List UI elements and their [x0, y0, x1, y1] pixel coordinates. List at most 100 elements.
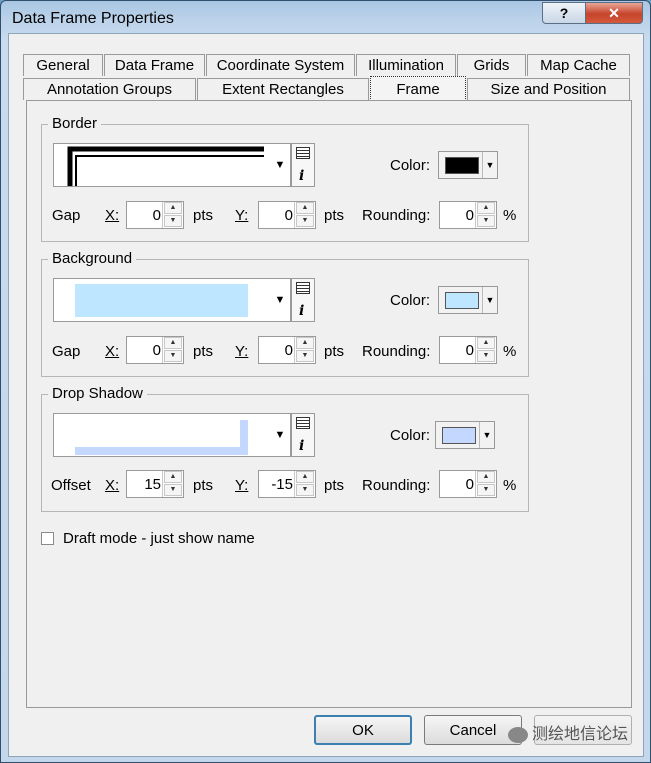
close-icon: ✕: [608, 4, 620, 21]
stepper-down-icon[interactable]: ▼: [164, 215, 182, 227]
drop-shadow-style-dropdown[interactable]: ▼: [53, 413, 291, 457]
stepper-down-icon[interactable]: ▼: [477, 350, 495, 362]
window-title: Data Frame Properties: [12, 10, 174, 27]
border-rounding-units: %: [503, 207, 517, 224]
drop-shadow-offset-x-stepper[interactable]: 15 ▲ ▼: [126, 470, 184, 498]
border-x-units: pts: [193, 207, 214, 224]
properties-icon: i: [299, 303, 305, 319]
background-rounding-stepper[interactable]: 0 ▲ ▼: [439, 336, 497, 364]
stepper-up-icon[interactable]: ▲: [477, 202, 495, 214]
stepper-up-icon[interactable]: ▲: [296, 337, 314, 349]
stepper-down-icon[interactable]: ▼: [477, 484, 495, 496]
drop-shadow-rounding-stepper[interactable]: 0 ▲ ▼: [439, 470, 497, 498]
border-y-label: Y:: [235, 207, 249, 224]
drop-shadow-color-swatch: [442, 427, 476, 444]
border-style-dropdown[interactable]: ▼: [53, 143, 291, 187]
border-color-picker[interactable]: ▼: [438, 151, 498, 179]
background-style-dropdown[interactable]: ▼: [53, 278, 291, 322]
drop-shadow-preview-bottom: [75, 447, 248, 455]
background-color-picker[interactable]: ▼: [438, 286, 498, 314]
drop-shadow-rounding-value: 0: [465, 476, 474, 493]
border-gap-y-stepper[interactable]: 0 ▲ ▼: [258, 201, 316, 229]
stepper-up-icon[interactable]: ▲: [296, 471, 314, 483]
drop-shadow-color-picker[interactable]: ▼: [435, 421, 495, 449]
drop-shadow-offset-label: Offset: [51, 477, 91, 494]
drop-shadow-y-label: Y:: [235, 477, 249, 494]
help-button[interactable]: ?: [542, 2, 586, 24]
drop-shadow-properties-button[interactable]: i: [291, 413, 315, 457]
background-rounding-value: 0: [465, 342, 474, 359]
watermark: 测绘地信论坛: [508, 720, 628, 744]
draft-mode-label: Draft mode - just show name: [63, 530, 255, 547]
background-color-label: Color:: [390, 292, 431, 309]
stepper-down-icon[interactable]: ▼: [164, 350, 182, 362]
stepper-up-icon[interactable]: ▲: [164, 337, 182, 349]
drop-shadow-color-label: Color:: [390, 427, 431, 444]
drop-shadow-x-units: pts: [193, 477, 214, 494]
background-gap-x-value: 0: [152, 342, 161, 359]
background-color-swatch: [445, 292, 479, 309]
background-gap-label: Gap: [52, 343, 81, 360]
border-gap-y-value: 0: [284, 207, 293, 224]
stepper-up-icon[interactable]: ▲: [164, 202, 182, 214]
chevron-down-icon: ▼: [274, 159, 286, 171]
stepper-down-icon[interactable]: ▼: [296, 215, 314, 227]
border-gap-label: Gap: [52, 207, 81, 224]
close-button[interactable]: ✕: [585, 2, 643, 24]
drop-shadow-rounding-label: Rounding:: [362, 477, 431, 494]
border-rounding-stepper[interactable]: 0 ▲ ▼: [439, 201, 497, 229]
chevron-down-icon: ▼: [274, 429, 286, 441]
stepper-up-icon[interactable]: ▲: [296, 202, 314, 214]
chevron-down-icon: ▼: [482, 152, 497, 178]
background-gap-x-stepper[interactable]: 0 ▲ ▼: [126, 336, 184, 364]
border-y-units: pts: [324, 207, 345, 224]
border-rounding-label: Rounding:: [362, 207, 431, 224]
drop-shadow-offset-y-value: -15: [271, 476, 293, 493]
tab-grids[interactable]: Grids: [457, 54, 526, 76]
stepper-down-icon[interactable]: ▼: [477, 215, 495, 227]
stepper-up-icon[interactable]: ▲: [477, 471, 495, 483]
border-group-label: Border: [48, 115, 102, 132]
tab-frame[interactable]: Frame: [370, 76, 466, 101]
tab-coordinate-system[interactable]: Coordinate System: [206, 54, 355, 76]
tab-map-cache[interactable]: Map Cache: [527, 54, 630, 76]
draft-mode-checkbox[interactable]: [41, 532, 54, 545]
tab-extent-rectangles[interactable]: Extent Rectangles: [197, 78, 369, 100]
border-color-label: Color:: [390, 157, 431, 174]
chevron-down-icon: ▼: [482, 287, 497, 313]
properties-icon: i: [299, 168, 305, 184]
border-style-preview: [67, 146, 264, 186]
drop-shadow-offset-y-stepper[interactable]: -15 ▲ ▼: [258, 470, 316, 498]
ok-button[interactable]: OK: [314, 715, 412, 745]
background-properties-button[interactable]: i: [291, 278, 315, 322]
properties-icon: i: [299, 438, 305, 454]
background-gap-y-stepper[interactable]: 0 ▲ ▼: [258, 336, 316, 364]
background-y-units: pts: [324, 343, 345, 360]
background-group-label: Background: [48, 250, 137, 267]
tab-annotation-groups[interactable]: Annotation Groups: [23, 78, 196, 100]
border-properties-button[interactable]: i: [291, 143, 315, 187]
chat-bubble-icon: [508, 726, 528, 743]
stepper-down-icon[interactable]: ▼: [164, 484, 182, 496]
chevron-down-icon: ▼: [274, 294, 286, 306]
border-color-swatch: [445, 157, 479, 174]
dialog-window: Data Frame Properties ? ✕ General Data F…: [0, 0, 651, 763]
drop-shadow-y-units: pts: [324, 477, 345, 494]
help-icon: ?: [559, 5, 569, 21]
background-x-label: X:: [105, 343, 120, 360]
border-gap-x-stepper[interactable]: 0 ▲ ▼: [126, 201, 184, 229]
drop-shadow-offset-x-value: 15: [144, 476, 161, 493]
stepper-up-icon[interactable]: ▲: [477, 337, 495, 349]
drop-shadow-x-label: X:: [105, 477, 120, 494]
tab-illumination[interactable]: Illumination: [356, 54, 456, 76]
tab-general[interactable]: General: [23, 54, 103, 76]
tab-size-and-position[interactable]: Size and Position: [467, 78, 630, 100]
chevron-down-icon: ▼: [479, 422, 494, 448]
stepper-down-icon[interactable]: ▼: [296, 350, 314, 362]
tab-data-frame[interactable]: Data Frame: [104, 54, 205, 76]
border-x-label: X:: [105, 207, 120, 224]
stepper-down-icon[interactable]: ▼: [296, 484, 314, 496]
background-gap-y-value: 0: [284, 342, 293, 359]
background-style-preview: [75, 284, 248, 317]
stepper-up-icon[interactable]: ▲: [164, 471, 182, 483]
